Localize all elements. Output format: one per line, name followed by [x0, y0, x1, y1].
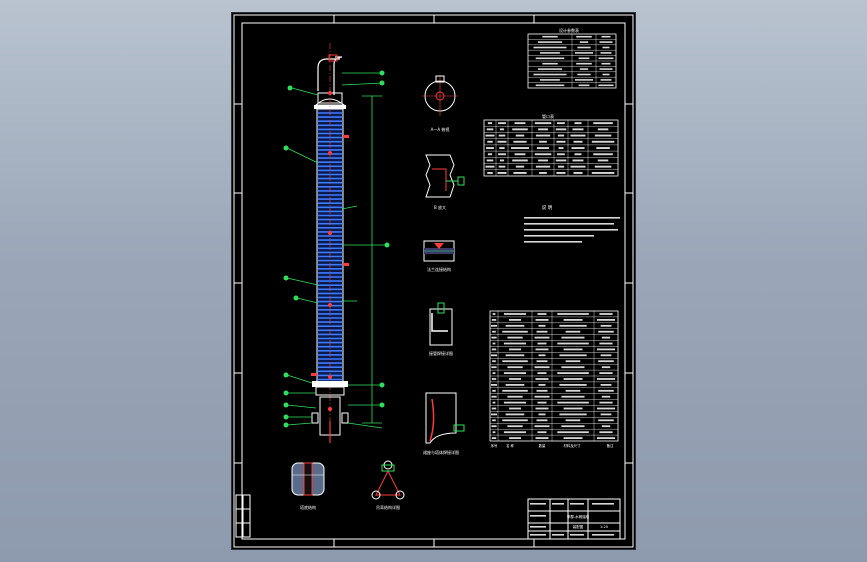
title-cell-text [530, 526, 546, 528]
parts-footer-cell: 名 称 [506, 443, 514, 448]
title-cell-text [592, 503, 614, 505]
nozzle-detail-label: 接管焊接详图 [429, 350, 453, 356]
flange-detail: 法兰连接结构 [423, 240, 455, 272]
notes-title: 说 明 [542, 204, 553, 211]
nozzle-detail: 接管焊接详图 [429, 302, 453, 356]
cad-drawing: A—A 俯视 B 放大 法兰连接结构 接管焊接详图 裙座与塔体焊接详图 塔底结构… [233, 14, 634, 548]
title-cell-text [570, 534, 584, 536]
side-detail: B 放大 [425, 154, 465, 210]
parts-footer-cell: 材料及尺寸 [564, 443, 582, 448]
cad-viewport[interactable]: A—A 俯视 B 放大 法兰连接结构 接管焊接详图 裙座与塔体焊接详图 塔底结构… [0, 0, 867, 562]
notes-block: 说 明 [524, 204, 620, 243]
notes-lines [524, 217, 620, 243]
lifting-lug-label: 吊耳结构详图 [376, 504, 400, 510]
lifting-lug-detail: 吊耳结构详图 [371, 460, 405, 510]
revision-strip [235, 494, 251, 538]
nozzle-table [483, 119, 619, 177]
side-detail-label: B 放大 [434, 204, 446, 210]
column-bottom-view: 塔底结构 [291, 462, 325, 510]
design-table-title: 设计参数表 [559, 27, 579, 33]
note-line [524, 223, 614, 225]
parts-list-table [489, 310, 619, 442]
note-line [524, 229, 618, 231]
parts-footer-cell: 序号 [491, 443, 498, 448]
skirt-weld-label: 裙座与塔体焊接详图 [423, 449, 459, 455]
parts-footer-cell: 备注 [607, 443, 614, 448]
title-cell-text [530, 503, 546, 505]
note-line [524, 235, 594, 237]
title-cell-text [552, 503, 564, 505]
bottom-view-label: 塔底结构 [300, 504, 316, 510]
note-line [524, 217, 620, 219]
title-cell-text [530, 534, 546, 536]
title-cell-text [592, 534, 614, 536]
nozzle-table-title: 管口表 [542, 113, 554, 119]
top-view-label: A—A 俯视 [431, 126, 450, 132]
parts-footer-cell: 数量 [539, 443, 546, 448]
drawing-tables: 设计参数表管口表序号 名 称 数量 材料及尺寸 备注 [483, 27, 619, 448]
drawing-scale: 1:20 [600, 525, 608, 529]
flange-detail-label: 法兰连接结构 [427, 266, 451, 272]
drawing-name: 甲醇-水精馏塔 [567, 514, 590, 519]
parts-list-footer: 序号 名 称 数量 材料及尺寸 备注 [491, 443, 614, 448]
note-line [524, 241, 582, 243]
title-cell-text [530, 515, 546, 517]
skirt-weld-detail: 裙座与塔体焊接详图 [423, 392, 465, 455]
distillation-column [311, 43, 349, 443]
drawing-type: 装配图 [573, 524, 584, 529]
title-cell-text [570, 503, 584, 505]
design-parameter-table [527, 33, 617, 89]
drawing-sheet: A—A 俯视 B 放大 法兰连接结构 接管焊接详图 裙座与塔体焊接详图 塔底结构… [232, 13, 635, 549]
title-cell-text [552, 534, 564, 536]
top-view: A—A 俯视 [422, 75, 458, 132]
title-block: 甲醇-水精馏塔 装配图 1:20 [527, 498, 621, 540]
